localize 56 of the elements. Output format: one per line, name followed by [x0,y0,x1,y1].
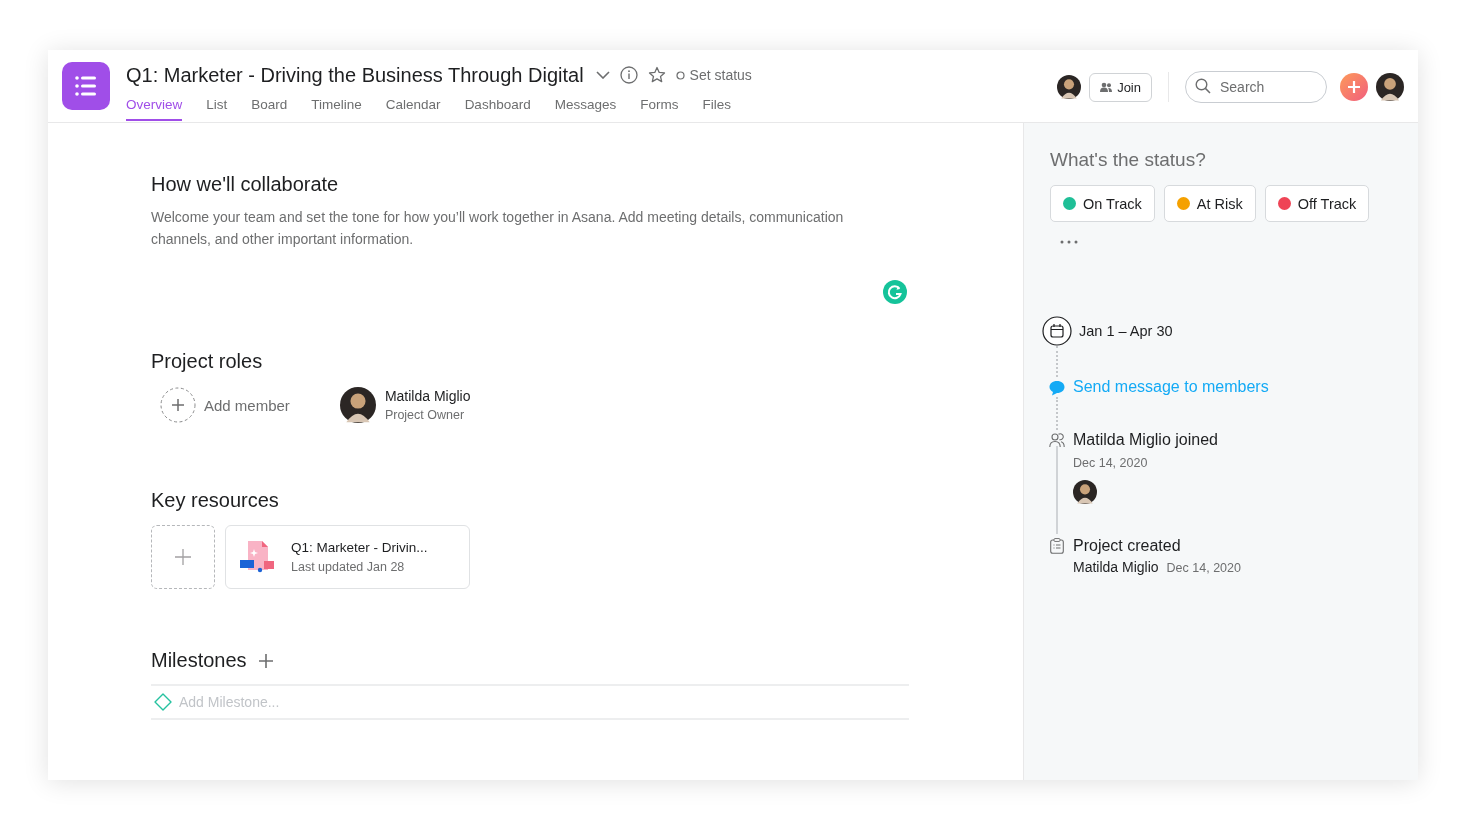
add-member-button[interactable]: Add member [160,387,290,423]
milestone-field[interactable]: Add Milestone... [151,684,909,720]
circle-icon [675,70,685,80]
chat-bubble-icon [1049,380,1065,396]
project-title: Q1: Marketer - Driving the Business Through Digital [126,63,584,87]
activity-title: Project created [1073,536,1182,556]
description-text: Welcome your team and set the tone for how you’ll work together in Asana. Add meeting details, communication channels, and other important information. [151,208,845,249]
resource-title: Q1: Marketer - Drivin... [291,540,428,555]
join-button[interactable]: Join [1089,72,1152,102]
plus-icon[interactable] [258,653,273,668]
chevron-down-icon[interactable] [595,71,610,79]
activity-title: Matilda Miglio joined [1073,430,1218,450]
people-icon [1100,82,1113,92]
set-status-button[interactable]: Set status [675,67,752,83]
date-range: Jan 1 – Apr 30 [1079,322,1173,341]
people-icon [1049,432,1065,448]
avatar [1073,480,1097,504]
tab[interactable]: Board [251,92,288,121]
clipboard-icon [1050,538,1064,554]
document-icon [240,540,276,574]
plus-icon [174,548,192,566]
author-name: Matilda Miglio [1073,559,1159,575]
section-heading: Key resources [151,489,280,512]
tab[interactable]: Files [702,92,731,121]
status-button[interactable]: Off Track [1264,185,1370,222]
menu-icon[interactable] [62,62,110,110]
member-role: Project Owner [384,408,466,422]
tab[interactable]: List [206,92,228,121]
avatar[interactable] [1376,73,1404,101]
member-name: Matilda Miglio [384,388,471,404]
tab[interactable]: Messages [554,92,617,121]
avatar[interactable] [1057,75,1082,99]
status-button[interactable]: At Risk [1163,185,1256,222]
section-heading: Milestones [151,649,247,672]
tab[interactable]: Calendar [385,92,441,121]
resource-updated: Last updated Jan 28 [291,560,406,574]
tab[interactable]: Timeline [311,92,362,121]
tab[interactable]: Overview [126,92,183,121]
activity-date: Dec 14, 2020 [1073,456,1149,470]
plus-icon[interactable] [1340,73,1368,101]
tab[interactable]: Dashboard [464,92,531,121]
status-button[interactable]: On Track [1050,185,1155,222]
section-heading: How we'll collaborate [151,173,340,196]
section-heading: Project roles [151,350,264,373]
more-icon[interactable] [1060,240,1078,244]
tab[interactable]: Forms [640,92,679,121]
info-icon[interactable] [619,66,638,84]
calendar-icon [1042,316,1072,346]
plus-icon [160,387,196,423]
avatar [339,387,376,423]
diamond-icon [153,692,173,712]
activity-date: Dec 14, 2020 [1166,561,1241,575]
search-field[interactable]: Search [1185,71,1327,103]
panel-title: What's the status? [1050,149,1207,171]
resource-card[interactable]: Q1: Marketer - Drivin... Last updated Jan 28 [225,525,470,589]
star-icon[interactable] [647,66,666,84]
